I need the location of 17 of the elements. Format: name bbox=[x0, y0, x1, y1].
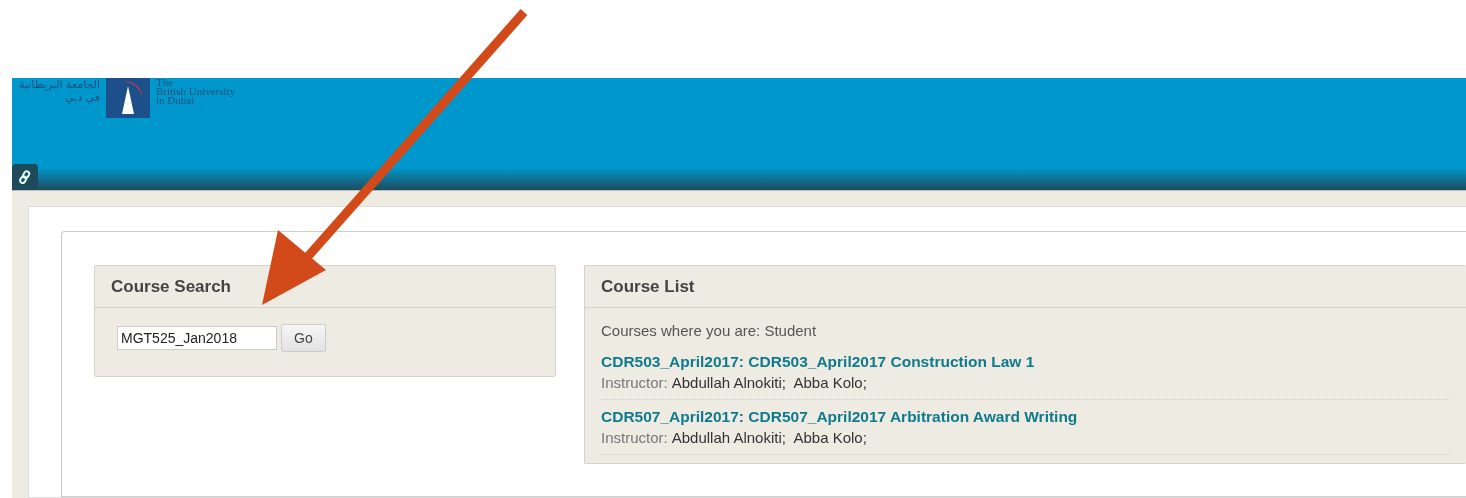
course-link[interactable]: CDR507_April2017: CDR507_April2017 Arbitration Award Writing bbox=[601, 408, 1450, 426]
instructor-label: Instructor: bbox=[601, 374, 668, 391]
logo-text: in Dubai bbox=[156, 96, 195, 105]
search-field[interactable]: MGT525_Jan2018 bbox=[117, 326, 277, 350]
university-logo-icon bbox=[106, 78, 150, 118]
link-tab[interactable] bbox=[12, 164, 38, 190]
instructor-names: Abdullah Alnokiti; Abba Kolo; bbox=[671, 374, 867, 391]
logo-text: British University bbox=[156, 87, 236, 96]
logo-text: The bbox=[156, 78, 175, 87]
instructor-label: Instructor: bbox=[601, 429, 668, 446]
instructor-names: Abdullah Alnokiti; Abba Kolo; bbox=[671, 429, 867, 446]
panel-title: Course List bbox=[585, 266, 1466, 308]
course-link[interactable]: CDR503_April2017: CDR503_April2017 Construction Law 1 bbox=[601, 353, 1450, 371]
link-icon bbox=[18, 170, 32, 184]
role-heading: Courses where you are: Student bbox=[601, 322, 818, 339]
logo-arabic-text: الجامعة البريطانية في دبي bbox=[18, 78, 100, 104]
go-button[interactable]: Go bbox=[281, 324, 326, 352]
